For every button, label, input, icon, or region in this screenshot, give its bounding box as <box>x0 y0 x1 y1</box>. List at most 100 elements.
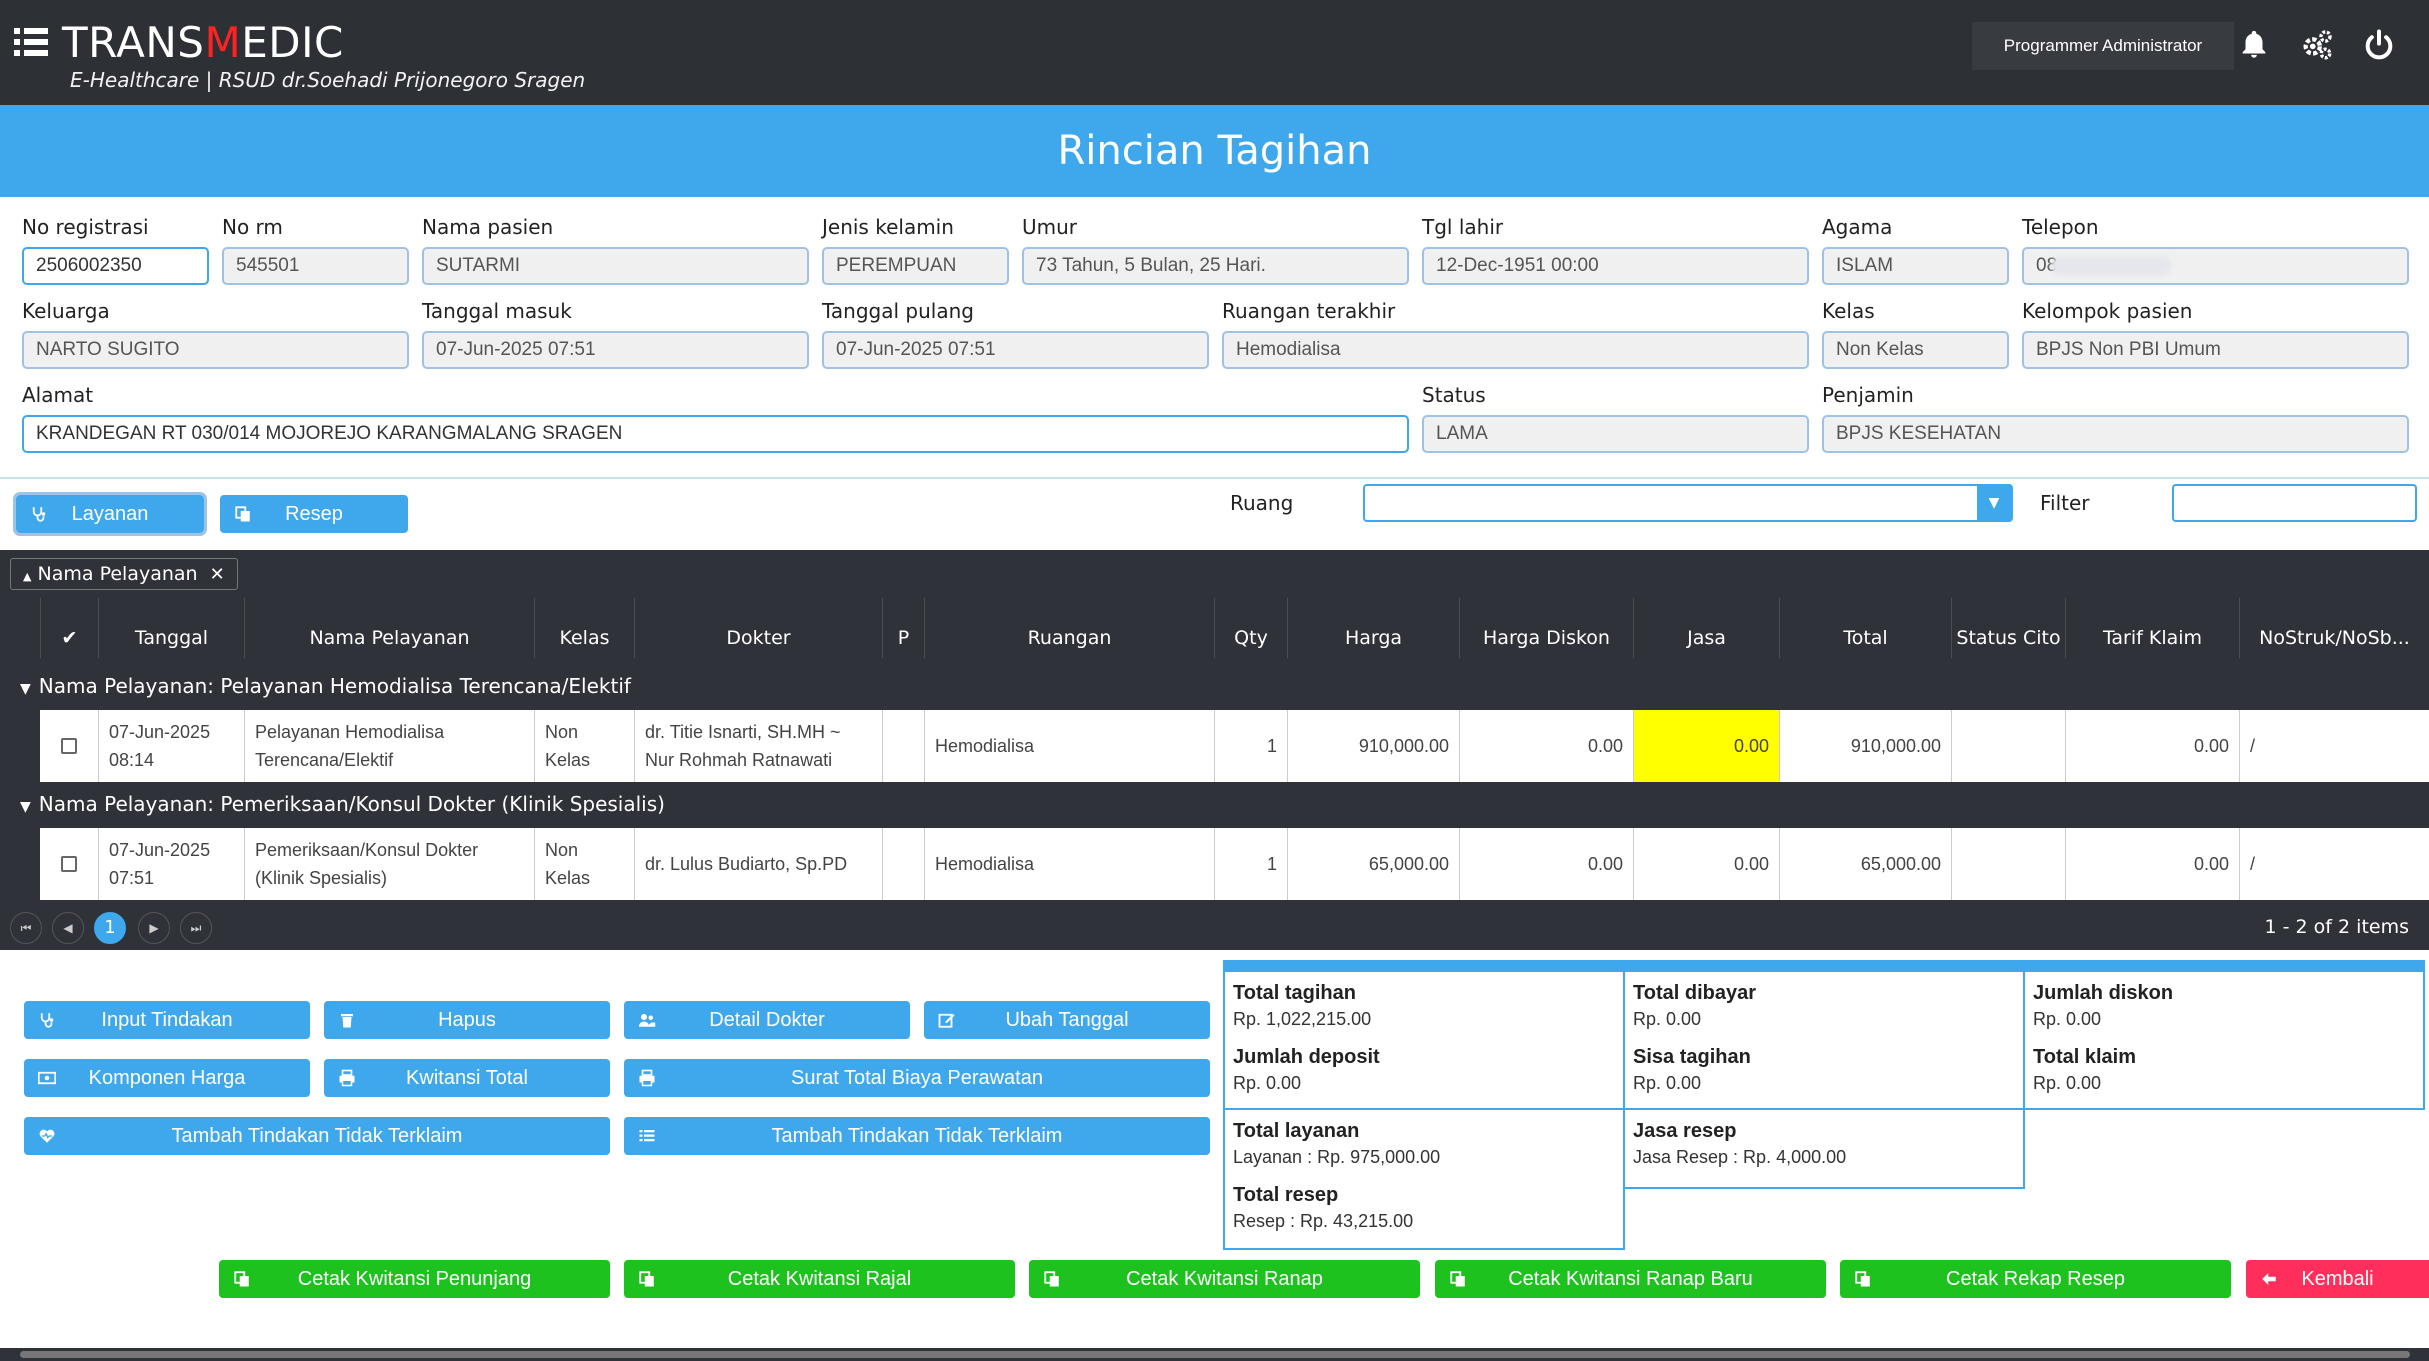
tambah-tidak-terklaim-list-button[interactable]: Tambah Tindakan Tidak Terklaim <box>624 1117 1210 1155</box>
col-ruangan[interactable]: Ruangan <box>924 598 1214 658</box>
sisa-tagihan-label: Sisa tagihan <box>1633 1046 1751 1068</box>
umur-field[interactable]: 73 Tahun, 5 Bulan, 25 Hari. <box>1022 247 1409 285</box>
group-header-row[interactable]: ▼ Nama Pelayanan: Pelayanan Hemodialisa T… <box>0 668 2429 704</box>
alamat-field[interactable]: KRANDEGAN RT 030/014 MOJOREJO KARANGMALA… <box>22 415 1409 453</box>
tanggal-pulang-field[interactable]: 07-Jun-2025 07:51 <box>822 331 1209 369</box>
stethoscope-icon <box>40 1013 54 1028</box>
table-row[interactable]: 07-Jun-2025 08:14 Pelayanan Hemodialisa … <box>40 710 2429 782</box>
col-harga[interactable]: Harga <box>1287 598 1459 658</box>
kwitansi-total-button[interactable]: Kwitansi Total <box>324 1059 610 1097</box>
kwitansi-total-label: Kwitansi Total <box>406 1067 528 1089</box>
no-rm-label: No rm <box>222 215 283 239</box>
agama-field[interactable]: ISLAM <box>1822 247 2009 285</box>
col-select-all[interactable]: ✔ <box>40 598 98 658</box>
menu-icon[interactable] <box>14 28 48 56</box>
col-nostruk[interactable]: NoStruk/NoSb... <box>2239 598 2429 658</box>
cetak-kwitansi-rajal-button[interactable]: Cetak Kwitansi Rajal <box>624 1260 1015 1298</box>
close-icon[interactable]: ✕ <box>210 564 225 585</box>
cetak-kwitansi-ranap-baru-label: Cetak Kwitansi Ranap Baru <box>1508 1268 1753 1290</box>
last-page-icon[interactable]: ⏭ <box>180 912 212 944</box>
penjamin-field[interactable]: BPJS KESEHATAN <box>1822 415 2409 453</box>
input-tindakan-button[interactable]: Input Tindakan <box>24 1001 310 1039</box>
nama-pasien-field[interactable]: SUTARMI <box>422 247 809 285</box>
cell-p <box>882 828 924 900</box>
cell-jasa[interactable]: 0.00 <box>1633 710 1779 782</box>
first-page-icon[interactable]: ⏮ <box>10 912 42 944</box>
group-chip[interactable]: ▲ Nama Pelayanan ✕ <box>10 558 238 590</box>
col-status-cito[interactable]: Status Cito <box>1951 598 2065 658</box>
no-rm-field[interactable]: 545501 <box>222 247 409 285</box>
kembali-button[interactable]: Kembali <box>2246 1260 2429 1298</box>
row-checkbox-cell <box>40 828 98 900</box>
col-tarif-klaim[interactable]: Tarif Klaim <box>2065 598 2239 658</box>
power-icon[interactable] <box>2362 28 2396 62</box>
tab-layanan[interactable]: Layanan <box>13 492 207 536</box>
no-registrasi-field[interactable]: 2506002350 <box>22 247 209 285</box>
telepon-field[interactable]: 08 <box>2022 247 2409 285</box>
table-row[interactable]: 07-Jun-2025 07:51 Pemeriksaan/Konsul Dok… <box>40 828 2429 900</box>
tambah-tidak-terklaim-button[interactable]: Tambah Tindakan Tidak Terklaim <box>24 1117 610 1155</box>
col-total[interactable]: Total <box>1779 598 1951 658</box>
brand-logo[interactable]: TRANSMEDIC <box>62 18 344 67</box>
collapse-icon[interactable]: ▼ <box>20 799 31 815</box>
tabs-filter-row: Layanan Resep Ruang ▼ Filter <box>0 479 2429 552</box>
kelas-field[interactable]: Non Kelas <box>1822 331 2009 369</box>
cell-tanggal: 07-Jun-2025 07:51 <box>98 828 244 900</box>
col-qty[interactable]: Qty <box>1214 598 1287 658</box>
summary-top-bar <box>1223 960 2425 970</box>
ruangan-terakhir-field[interactable]: Hemodialisa <box>1222 331 1809 369</box>
user-menu[interactable]: Programmer Administrator <box>1972 22 2234 70</box>
print-icon <box>639 1069 655 1087</box>
group-header-row[interactable]: ▼ Nama Pelayanan: Pemeriksaan/Konsul Dokt… <box>0 786 2429 822</box>
col-nama-pelayanan[interactable]: Nama Pelayanan <box>244 598 534 658</box>
ruang-dropdown[interactable]: ▼ <box>1363 484 2013 522</box>
col-harga-diskon[interactable]: Harga Diskon <box>1459 598 1633 658</box>
cetak-rekap-resep-button[interactable]: Cetak Rekap Resep <box>1840 1260 2231 1298</box>
cetak-kwitansi-penunjang-button[interactable]: Cetak Kwitansi Penunjang <box>219 1260 610 1298</box>
money-icon <box>38 1071 56 1085</box>
bell-icon[interactable] <box>2237 28 2271 62</box>
summary-box-layanan: Total layanan Layanan : Rp. 975,000.00 T… <box>1223 1108 1625 1250</box>
cetak-kwitansi-ranap-label: Cetak Kwitansi Ranap <box>1126 1268 1323 1290</box>
col-tanggal[interactable]: Tanggal <box>98 598 244 658</box>
cell-total: 910,000.00 <box>1779 710 1951 782</box>
kelompok-pasien-field[interactable]: BPJS Non PBI Umum <box>2022 331 2409 369</box>
row-checkbox[interactable] <box>61 738 77 754</box>
group-chip-label: Nama Pelayanan <box>37 563 198 585</box>
filter-input[interactable] <box>2172 484 2417 522</box>
page-current[interactable]: 1 <box>94 912 126 944</box>
detail-dokter-button[interactable]: Detail Dokter <box>624 1001 910 1039</box>
jenis-kelamin-label: Jenis kelamin <box>822 215 954 239</box>
ubah-tanggal-button[interactable]: Ubah Tanggal <box>924 1001 1210 1039</box>
prev-page-icon[interactable]: ◀ <box>52 912 84 944</box>
tgl-lahir-field[interactable]: 12-Dec-1951 00:00 <box>1422 247 1809 285</box>
cell-nostruk: / <box>2239 828 2429 900</box>
tambah-tidak-terklaim-label: Tambah Tindakan Tidak Terklaim <box>171 1125 463 1147</box>
tab-resep[interactable]: Resep <box>220 495 408 533</box>
surat-total-button[interactable]: Surat Total Biaya Perawatan <box>624 1059 1210 1097</box>
cell-jasa[interactable]: 0.00 <box>1633 828 1779 900</box>
horizontal-scrollbar[interactable] <box>0 1348 2429 1361</box>
collapse-icon[interactable]: ▼ <box>20 681 31 697</box>
col-p[interactable]: P <box>882 598 924 658</box>
scrollbar-thumb[interactable] <box>20 1351 2410 1358</box>
total-klaim-label: Total klaim <box>2033 1046 2136 1068</box>
cetak-kwitansi-ranap-baru-button[interactable]: Cetak Kwitansi Ranap Baru <box>1435 1260 1826 1298</box>
tanggal-masuk-field[interactable]: 07-Jun-2025 07:51 <box>422 331 809 369</box>
gears-icon[interactable] <box>2300 28 2334 62</box>
hapus-button[interactable]: Hapus <box>324 1001 610 1039</box>
col-dokter[interactable]: Dokter <box>634 598 882 658</box>
chevron-down-icon[interactable]: ▼ <box>1977 486 2011 520</box>
komponen-harga-button[interactable]: Komponen Harga <box>24 1059 310 1097</box>
trash-icon <box>341 1014 353 1028</box>
status-field[interactable]: LAMA <box>1422 415 1809 453</box>
copy-icon <box>1855 1271 1870 1287</box>
next-page-icon[interactable]: ▶ <box>138 912 170 944</box>
jenis-kelamin-field[interactable]: PEREMPUAN <box>822 247 1009 285</box>
col-kelas[interactable]: Kelas <box>534 598 634 658</box>
cell-total: 65,000.00 <box>1779 828 1951 900</box>
cetak-kwitansi-ranap-button[interactable]: Cetak Kwitansi Ranap <box>1029 1260 1420 1298</box>
col-jasa[interactable]: Jasa <box>1633 598 1779 658</box>
row-checkbox[interactable] <box>61 856 77 872</box>
keluarga-field[interactable]: NARTO SUGITO <box>22 331 409 369</box>
